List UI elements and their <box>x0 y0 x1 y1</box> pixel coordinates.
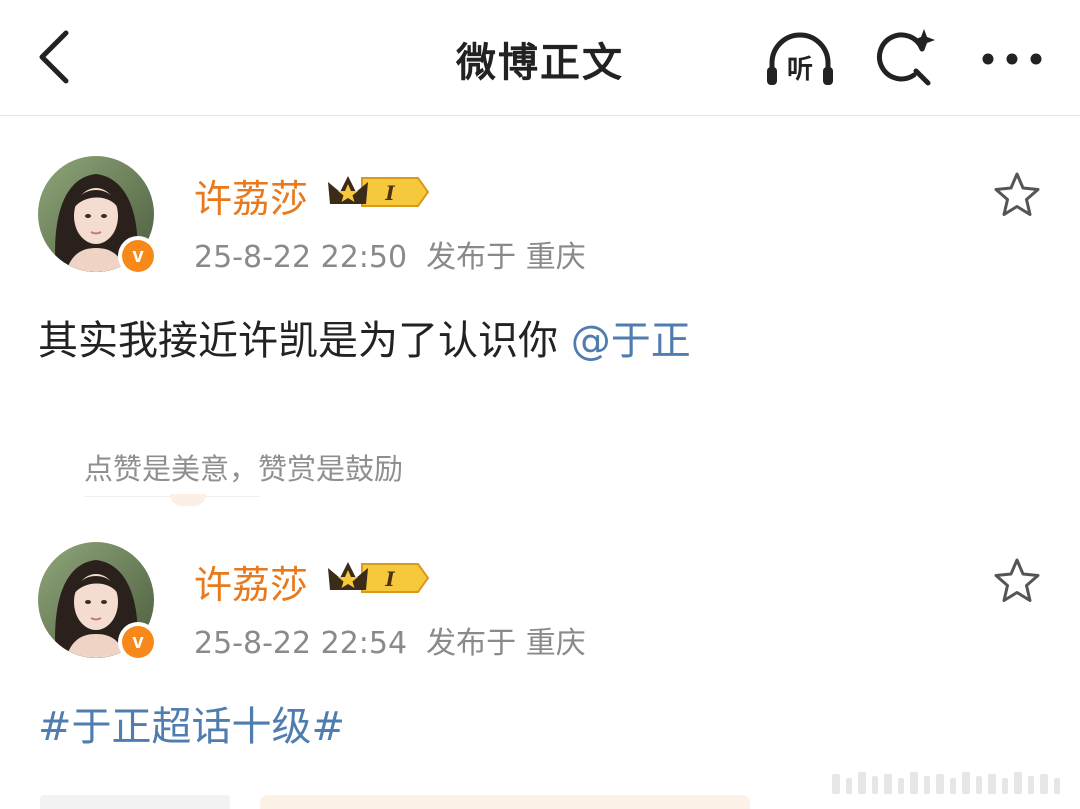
favorite-button[interactable] <box>990 554 1044 608</box>
star-icon <box>994 558 1040 602</box>
post-meta: 25-8-22 22:54 发布于 重庆 <box>194 618 586 662</box>
post-text: 其实我接近许凯是为了认识你 @于正 <box>38 308 691 366</box>
headphones-icon: 听 <box>767 32 833 85</box>
topic-link[interactable]: #于正超话十级# <box>38 704 345 750</box>
search-button[interactable] <box>870 26 942 92</box>
avatar[interactable]: v <box>38 156 158 276</box>
location: 发布于 重庆 <box>426 240 586 275</box>
member-crown-badge[interactable]: I <box>326 172 430 212</box>
post-body: 其实我接近许凯是为了认识你 <box>38 318 571 364</box>
verified-icon: v <box>122 626 154 658</box>
listen-label: 听 <box>787 55 813 85</box>
username[interactable]: 许荔莎 <box>194 554 308 609</box>
more-button[interactable] <box>976 26 1048 92</box>
crown-badge-icon: I <box>328 176 430 207</box>
badge-level: I <box>384 181 395 205</box>
member-crown-badge[interactable]: I <box>326 558 430 598</box>
timestamp: 25-8-22 22:50 <box>194 240 408 275</box>
search-sparkle-icon <box>877 29 935 86</box>
mention-link[interactable]: @于正 <box>571 318 691 364</box>
post-text: #于正超话十级# <box>38 694 345 752</box>
truncated-text <box>40 795 230 809</box>
crown-badge-icon: I <box>328 562 430 593</box>
truncated-card <box>260 795 750 809</box>
post-meta: 25-8-22 22:50 发布于 重庆 <box>194 232 586 276</box>
watermark-icon <box>832 772 1060 794</box>
timestamp: 25-8-22 22:54 <box>194 626 408 661</box>
badge-level: I <box>384 567 395 591</box>
star-icon <box>994 172 1040 216</box>
reward-tip[interactable]: 点赞是美意，赞赏是鼓励 <box>84 446 403 488</box>
verified-badge: v <box>118 622 158 662</box>
avatar[interactable]: v <box>38 542 158 662</box>
reward-tip-tab <box>170 494 206 506</box>
listen-button[interactable]: 听 <box>764 26 836 92</box>
verified-icon: v <box>122 240 154 272</box>
verified-badge: v <box>118 236 158 276</box>
more-dots-icon <box>982 53 1042 65</box>
next-content-preview <box>40 795 750 809</box>
username[interactable]: 许荔莎 <box>194 168 308 223</box>
favorite-button[interactable] <box>990 168 1044 222</box>
location: 发布于 重庆 <box>426 626 586 661</box>
top-bar: 微博正文 听 <box>0 0 1080 116</box>
